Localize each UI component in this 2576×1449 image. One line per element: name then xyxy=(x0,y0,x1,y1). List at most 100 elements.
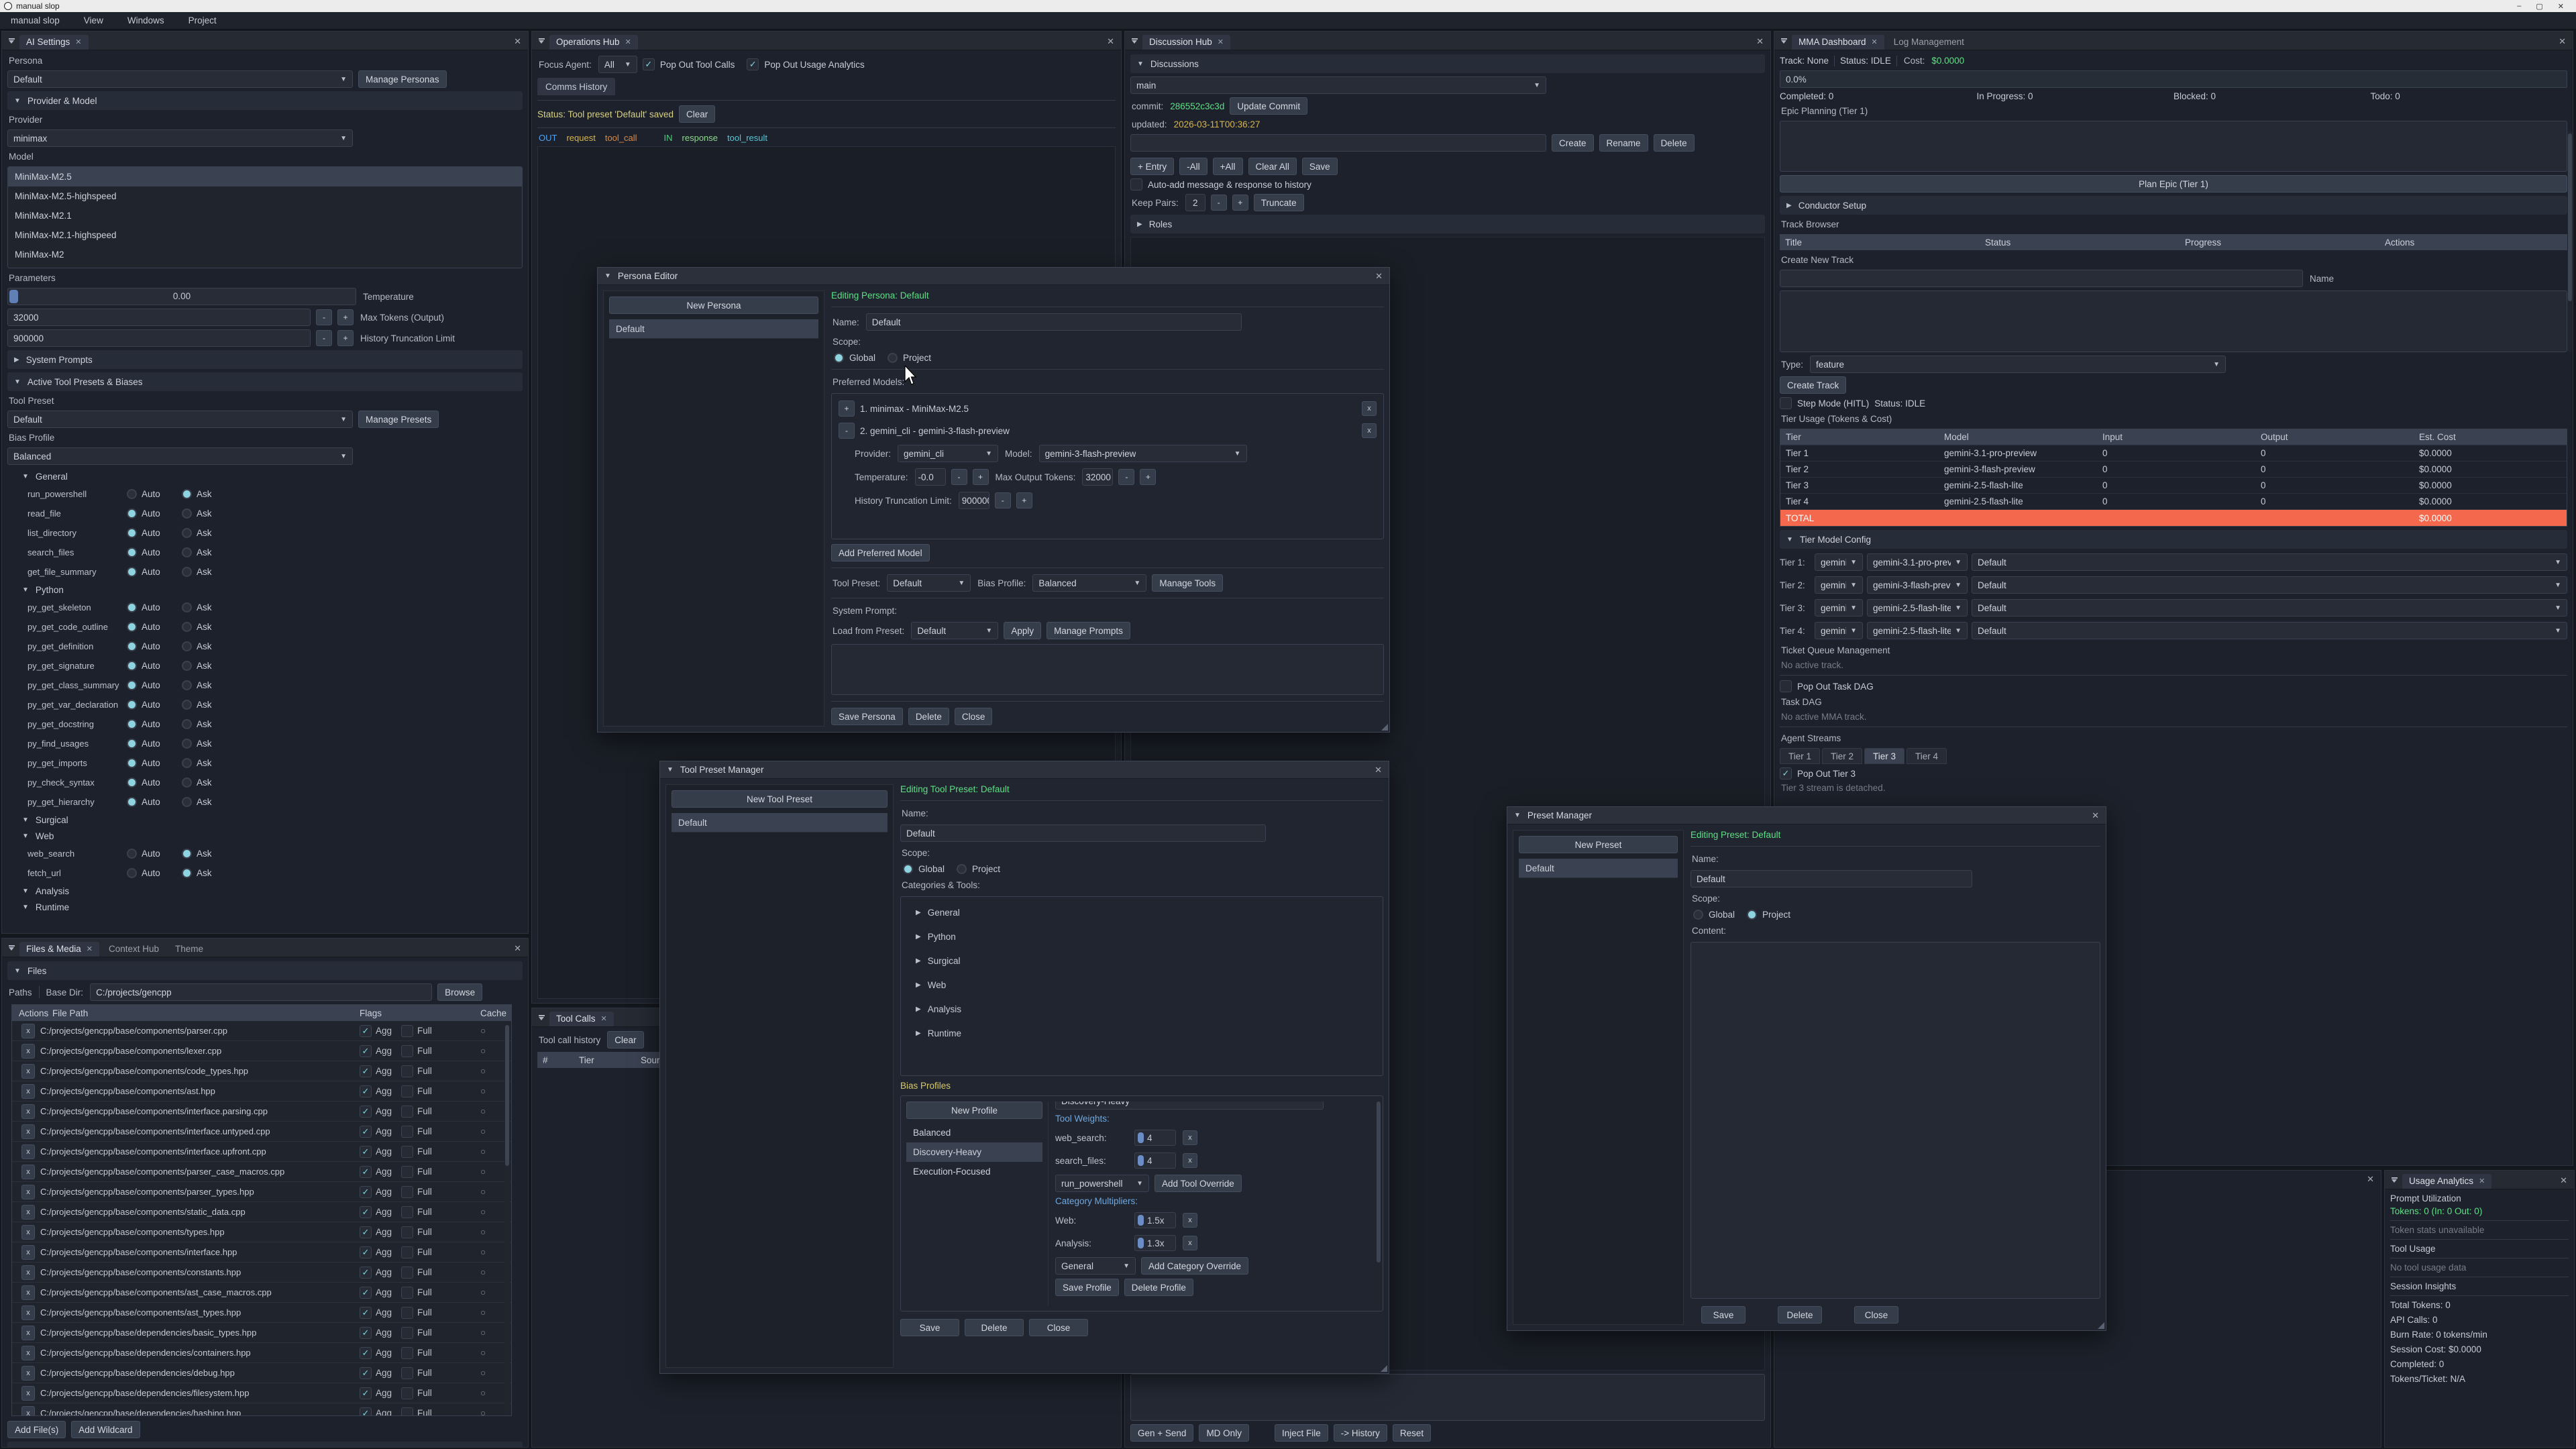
agg-checkbox[interactable]: ✓ xyxy=(360,1327,372,1339)
discussion-button-all[interactable]: -All xyxy=(1179,158,1208,175)
max-tokens-increment-button[interactable]: + xyxy=(337,309,354,325)
full-checkbox[interactable] xyxy=(401,1025,413,1037)
hist-increment-button[interactable]: + xyxy=(1016,492,1032,508)
tool-ask-radio[interactable]: Ask xyxy=(182,739,237,749)
remove-file-button[interactable]: x xyxy=(21,1205,35,1220)
category-override-dropdown[interactable]: General▼ xyxy=(1055,1257,1136,1275)
scope-project-radio[interactable] xyxy=(957,864,967,874)
system-prompt-input[interactable] xyxy=(831,644,1384,695)
tool-group-runtime[interactable]: ▼Runtime xyxy=(7,899,523,915)
max-decrement-button[interactable]: - xyxy=(1118,469,1134,485)
tab-usage-analytics[interactable]: Usage Analytics✕ xyxy=(2402,1174,2491,1189)
remove-file-button[interactable]: x xyxy=(21,1225,35,1240)
system-prompts-section-header[interactable]: ▶System Prompts xyxy=(7,350,523,369)
tab-files-media[interactable]: Files & Media✕ xyxy=(19,942,99,957)
stream-tab-tier-4[interactable]: Tier 4 xyxy=(1907,748,1947,764)
weight-slider[interactable]: 4 xyxy=(1134,1152,1176,1169)
create-track-button[interactable]: Create Track xyxy=(1780,376,1846,394)
add-files-button[interactable]: Add File(s) xyxy=(7,1421,66,1438)
full-checkbox[interactable] xyxy=(401,1407,413,1416)
composer-button-reset[interactable]: Reset xyxy=(1393,1424,1431,1442)
panel-close-icon[interactable]: ✕ xyxy=(2560,1175,2567,1186)
dock-menu-icon[interactable] xyxy=(536,1013,547,1022)
menu-item-manual-slop[interactable]: manual slop xyxy=(11,15,60,25)
full-checkbox[interactable] xyxy=(401,1166,413,1178)
tool-group-python[interactable]: ▼Python xyxy=(7,582,523,598)
tool-group-surgical[interactable]: ▼Surgical xyxy=(7,812,523,828)
tool-group-general[interactable]: ▼General xyxy=(7,468,523,484)
remove-file-button[interactable]: x xyxy=(21,1165,35,1179)
tool-ask-radio[interactable]: Ask xyxy=(182,547,237,557)
tool-ask-radio[interactable]: Ask xyxy=(182,622,237,632)
tab-log-management[interactable]: Log Management xyxy=(1887,35,1971,50)
history-increment-button[interactable]: + xyxy=(337,330,354,346)
tool-override-dropdown[interactable]: run_powershell▼ xyxy=(1055,1175,1149,1192)
keep-pairs-decrement-button[interactable]: - xyxy=(1211,195,1227,211)
agg-checkbox[interactable]: ✓ xyxy=(360,1407,372,1416)
conductor-setup-section-header[interactable]: ▶Conductor Setup xyxy=(1780,196,2567,215)
clear-status-button[interactable]: Clear xyxy=(679,105,715,123)
tab-discussion-hub[interactable]: Discussion Hub✕ xyxy=(1142,35,1230,50)
close-icon[interactable]: ✕ xyxy=(2479,1177,2485,1185)
tool-auto-radio[interactable]: Auto xyxy=(127,739,182,749)
remove-model-2-button[interactable]: x xyxy=(1362,423,1377,438)
history-decrement-button[interactable]: - xyxy=(316,330,332,346)
tool-preset-dropdown[interactable]: Default▼ xyxy=(7,411,353,428)
tool-preset-list-item[interactable]: Default xyxy=(672,813,888,833)
tab-context-hub[interactable]: Context Hub xyxy=(102,942,166,957)
tool-auto-radio[interactable]: Auto xyxy=(127,680,182,690)
tool-ask-radio[interactable]: Ask xyxy=(182,797,237,807)
preset-name-input[interactable]: Default xyxy=(1690,870,1972,888)
minimize-icon[interactable]: – xyxy=(2517,2,2521,11)
plan-epic-button[interactable]: Plan Epic (Tier 1) xyxy=(1780,175,2567,193)
agg-checkbox[interactable]: ✓ xyxy=(360,1287,372,1299)
scope-project-radio[interactable] xyxy=(1747,910,1757,920)
scope-project-radio[interactable] xyxy=(888,353,898,363)
scope-global-radio[interactable] xyxy=(903,864,913,874)
resize-grip[interactable] xyxy=(1381,724,1388,731)
menu-item-windows[interactable]: Windows xyxy=(127,15,164,25)
tool-ask-radio[interactable]: Ask xyxy=(182,602,237,612)
active-tool-presets-section-header[interactable]: ▼Active Tool Presets & Biases xyxy=(7,372,523,391)
close-preset-manager-button[interactable]: Close xyxy=(1854,1306,1898,1324)
remove-override-button[interactable]: x xyxy=(1183,1130,1197,1145)
preset-content-input[interactable] xyxy=(1690,942,2100,1299)
model-option-minimax-m2[interactable]: MiniMax-M2 xyxy=(8,245,522,264)
agg-checkbox[interactable]: ✓ xyxy=(360,1126,372,1138)
category-analysis[interactable]: ▶Analysis xyxy=(906,999,1377,1019)
model-option-minimax-m2-1[interactable]: MiniMax-M2.1 xyxy=(8,206,522,225)
tool-auto-radio[interactable]: Auto xyxy=(127,602,182,612)
agg-checkbox[interactable]: ✓ xyxy=(360,1387,372,1399)
model-move-down-button[interactable]: - xyxy=(839,423,855,439)
remove-file-button[interactable]: x xyxy=(21,1305,35,1320)
stream-tab-tier-3[interactable]: Tier 3 xyxy=(1864,748,1904,764)
delete-tool-preset-button[interactable]: Delete xyxy=(965,1319,1024,1336)
remove-override-button[interactable]: x xyxy=(1183,1236,1197,1250)
manage-presets-button[interactable]: Manage Presets xyxy=(358,411,439,428)
tool-auto-radio[interactable]: Auto xyxy=(127,797,182,807)
full-checkbox[interactable] xyxy=(401,1045,413,1057)
stream-tab-tier-1[interactable]: Tier 1 xyxy=(1780,748,1820,764)
tool-auto-radio[interactable]: Auto xyxy=(127,622,182,632)
step-mode-checkbox[interactable] xyxy=(1780,397,1792,409)
add-tool-override-button[interactable]: Add Tool Override xyxy=(1155,1175,1242,1192)
stream-tab-tier-2[interactable]: Tier 2 xyxy=(1822,748,1862,764)
popout-tool-calls-checkbox[interactable]: ✓ xyxy=(643,58,655,70)
tier-provider-dropdown[interactable]: gemini▼ xyxy=(1815,622,1863,639)
tab-ai-settings[interactable]: AI Settings✕ xyxy=(19,35,89,50)
new-preset-button[interactable]: New Preset xyxy=(1519,836,1678,853)
hist-decrement-button[interactable]: - xyxy=(995,492,1011,508)
full-checkbox[interactable] xyxy=(401,1085,413,1097)
full-checkbox[interactable] xyxy=(401,1287,413,1299)
agg-checkbox[interactable]: ✓ xyxy=(360,1267,372,1279)
tab-theme[interactable]: Theme xyxy=(168,942,210,957)
full-checkbox[interactable] xyxy=(401,1367,413,1379)
message-input[interactable] xyxy=(1130,1374,1765,1421)
category-python[interactable]: ▶Python xyxy=(906,926,1377,947)
profile-balanced[interactable]: Balanced xyxy=(906,1123,1042,1142)
add-wildcard-button[interactable]: Add Wildcard xyxy=(71,1421,140,1438)
remove-override-button[interactable]: x xyxy=(1183,1153,1197,1168)
save-preset-button[interactable]: Save xyxy=(1701,1306,1746,1324)
model-move-up-button[interactable]: + xyxy=(839,400,855,417)
tool-ask-radio[interactable]: Ask xyxy=(182,528,237,538)
